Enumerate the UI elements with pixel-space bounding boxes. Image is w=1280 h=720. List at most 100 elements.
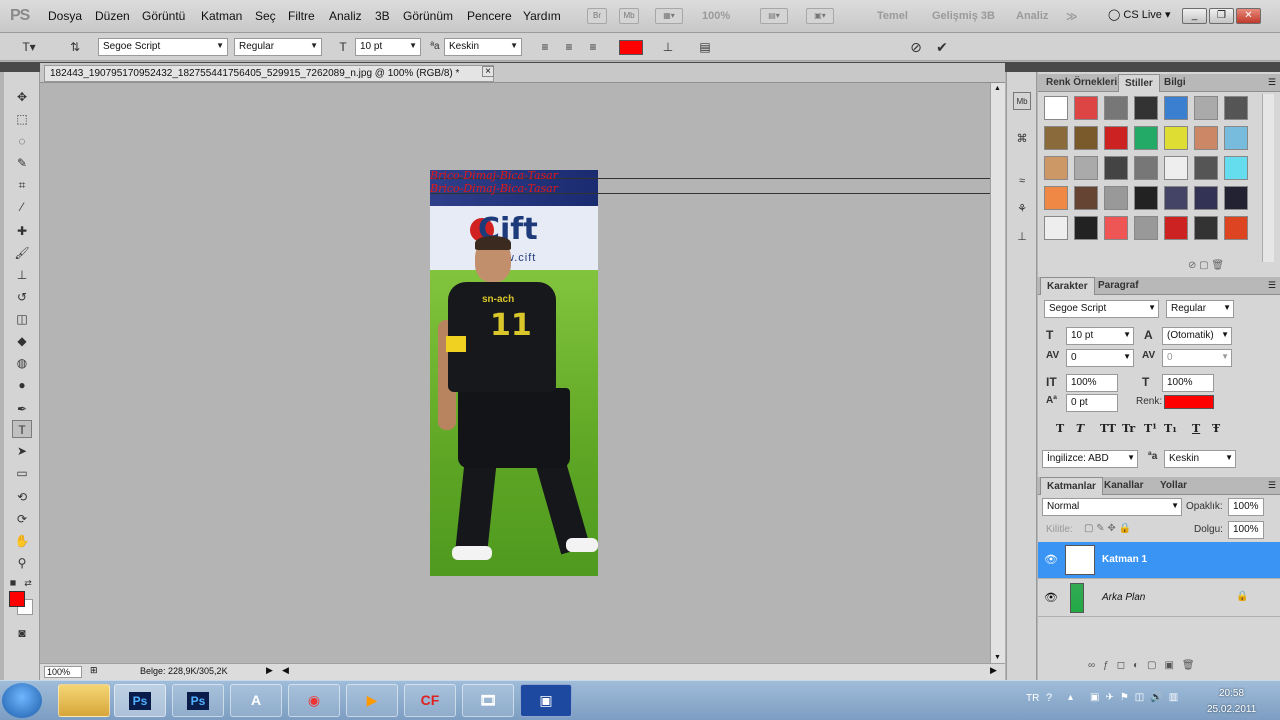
menu-pencere[interactable]: Pencere (467, 9, 512, 23)
char-antialias-select[interactable]: Keskin ▼ (1164, 450, 1236, 468)
tab-karakter[interactable]: Karakter (1040, 277, 1095, 295)
style-swatch[interactable] (1104, 126, 1128, 150)
document-tab[interactable]: 182443_190795170952432_182755441756405_5… (44, 65, 494, 82)
zoom-level-dropdown[interactable]: 100% (702, 10, 730, 22)
style-swatch[interactable] (1104, 186, 1128, 210)
healing-brush-icon[interactable]: ✚ (12, 222, 32, 240)
layer-row-arka-plan[interactable]: 👁 Arka Plan 🔒 (1038, 580, 1280, 617)
bridge-icon[interactable]: Br (587, 8, 607, 24)
show-hidden-icons-icon[interactable]: ▴ (1068, 692, 1073, 703)
tray-icons[interactable]: ▣✈⚑◫🔊▥ (1090, 692, 1184, 703)
scroll-up-icon[interactable]: ▲ (994, 85, 1001, 92)
hand-tool-icon[interactable]: ✋ (12, 532, 32, 550)
style-swatch[interactable] (1134, 126, 1158, 150)
style-swatch[interactable] (1074, 156, 1098, 180)
commit-edit-icon[interactable]: ✔ (933, 38, 951, 56)
char-color-swatch[interactable] (1164, 395, 1214, 409)
default-colors-icon[interactable]: ◼ (8, 574, 18, 592)
arrange-documents-icon[interactable]: ▤▾ (760, 8, 788, 24)
lasso-tool-icon[interactable]: ◌ (12, 132, 32, 150)
font-family-select[interactable]: Segoe Script ▼ (98, 38, 228, 56)
close-window-button[interactable]: ✕ (1236, 8, 1261, 24)
style-swatch[interactable] (1074, 216, 1098, 240)
style-swatch[interactable] (1224, 96, 1248, 120)
status-menu-arrow-icon[interactable]: ▶ (266, 665, 273, 676)
menu-gorunum[interactable]: Görünüm (403, 9, 453, 23)
underline-button[interactable]: T (1192, 422, 1200, 435)
clock-date[interactable]: 25.02.2011 (1207, 704, 1256, 715)
3d-rotate-icon[interactable]: ⟲ (12, 488, 32, 506)
char-vertical-scale-input[interactable]: 100% (1066, 374, 1118, 392)
brush-panel-icon[interactable]: ≈ (1013, 172, 1031, 190)
panel-menu-icon[interactable]: ☰ (1268, 280, 1276, 291)
char-baseline-shift-input[interactable]: 0 pt (1066, 394, 1118, 412)
char-font-style-select[interactable]: Regular ▼ (1166, 300, 1234, 318)
style-swatch[interactable] (1074, 96, 1098, 120)
eyedropper-tool-icon[interactable]: ⁄ (12, 198, 32, 216)
style-swatch[interactable] (1104, 216, 1128, 240)
shape-tool-icon[interactable]: ▭ (12, 464, 32, 482)
eye-icon[interactable]: 👁 (1044, 591, 1058, 605)
style-swatch[interactable] (1044, 126, 1068, 150)
style-swatch[interactable] (1134, 156, 1158, 180)
hscroll-right-icon[interactable]: ▶ (990, 665, 997, 676)
minibridge-icon[interactable]: Mb (619, 8, 639, 24)
blend-mode-select[interactable]: Normal ▼ (1042, 498, 1182, 516)
input-language-indicator[interactable]: TR (1026, 693, 1039, 704)
menu-dosya[interactable]: Dosya (48, 9, 82, 23)
minibridge-panel-icon[interactable]: Mb (1013, 92, 1031, 110)
hscroll-left-icon[interactable]: ◀ (282, 665, 289, 676)
status-doc-info[interactable]: Belge: 228,9K/305,2K (140, 666, 228, 676)
text-layer-line-2[interactable]: Brico-Dimaj-Bica-Tasar (430, 182, 598, 195)
layers-footer-icons[interactable]: ∞ƒ◻◐▢▣🗑 (1088, 660, 1203, 671)
style-swatch[interactable] (1194, 126, 1218, 150)
taskbar-explorer-icon[interactable] (58, 684, 110, 717)
style-swatch[interactable] (1104, 156, 1128, 180)
workspace-temel[interactable]: Temel (877, 10, 908, 22)
style-swatch[interactable] (1224, 156, 1248, 180)
taskbar-chrome-icon[interactable]: ◉ (288, 684, 340, 717)
superscript-button[interactable]: T¹ (1144, 422, 1157, 435)
small-caps-button[interactable]: Tr (1122, 422, 1135, 435)
menu-3b[interactable]: 3B (375, 9, 390, 23)
history-panel-icon[interactable]: ⌘ (1013, 130, 1031, 148)
panel-menu-icon[interactable]: ☰ (1268, 77, 1276, 88)
tab-kanallar[interactable]: Kanallar (1098, 477, 1149, 495)
char-horizontal-scale-input[interactable]: 100% (1162, 374, 1214, 392)
styles-scrollbar[interactable] (1262, 94, 1274, 262)
menu-filtre[interactable]: Filtre (288, 9, 315, 23)
screen-mode-icon[interactable]: ▣▾ (806, 8, 834, 24)
dodge-tool-icon[interactable]: ● (12, 376, 32, 394)
scroll-down-icon[interactable]: ▼ (994, 654, 1001, 661)
char-kerning-select[interactable]: 0 ▼ (1066, 349, 1134, 367)
type-tool-icon[interactable]: T (12, 420, 32, 438)
antialias-select[interactable]: Keskin ▼ (444, 38, 522, 56)
quick-mask-icon[interactable]: ◙ (12, 624, 32, 642)
clock-time[interactable]: 20:58 (1219, 688, 1244, 699)
foreground-color[interactable] (9, 591, 25, 607)
menu-duzen[interactable]: Düzen (95, 9, 130, 23)
help-icon[interactable]: ? (1046, 692, 1052, 704)
brush-tool-icon[interactable]: 🖌 (12, 244, 32, 262)
status-zoom-field[interactable]: 100% (44, 666, 82, 678)
cancel-edit-icon[interactable]: ⊘ (907, 38, 925, 56)
zoom-tool-icon[interactable]: ⚲ (12, 554, 32, 572)
taskbar-app-3[interactable]: A (230, 684, 282, 717)
menu-yardim[interactable]: Yardım (523, 9, 561, 23)
history-brush-icon[interactable]: ↺ (12, 288, 32, 306)
crop-tool-icon[interactable]: ⌗ (12, 176, 32, 194)
document-image[interactable]: Çift www.cift sn-ach 11 (430, 170, 598, 576)
style-swatch[interactable] (1074, 126, 1098, 150)
style-swatch[interactable] (1224, 186, 1248, 210)
eraser-tool-icon[interactable]: ◫ (12, 310, 32, 328)
quick-selection-icon[interactable]: ✎ (12, 154, 32, 172)
style-swatch[interactable] (1164, 96, 1188, 120)
text-layer-line-1[interactable]: Brico-Dimaj-Bica-Tasar (430, 169, 598, 182)
font-style-select[interactable]: Regular ▼ (234, 38, 322, 56)
pen-tool-icon[interactable]: ✒ (12, 400, 32, 418)
swap-colors-icon[interactable]: ⇄ (22, 574, 34, 592)
tool-presets-icon[interactable]: ⊥ (1013, 228, 1031, 246)
style-swatch[interactable] (1074, 186, 1098, 210)
style-swatch[interactable] (1194, 156, 1218, 180)
lock-icons[interactable]: ▢ ✎ ✥ 🔒 (1084, 523, 1131, 534)
